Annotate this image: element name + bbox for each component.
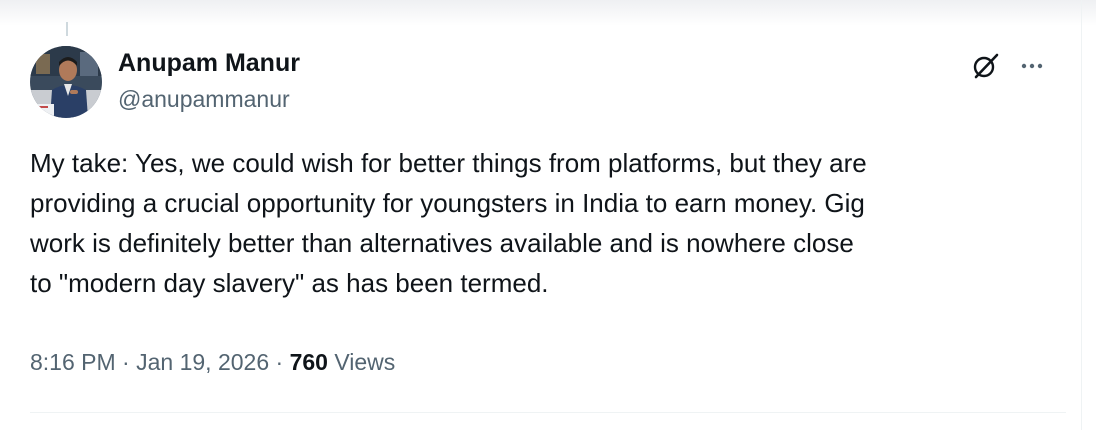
tweet-date[interactable]: Jan 19, 2026 (136, 349, 269, 375)
meta-separator: · (275, 349, 284, 375)
grok-icon[interactable] (966, 46, 1006, 86)
tweet-meta: 8:16 PM · Jan 19, 2026 · 760 Views (30, 346, 395, 378)
views-count[interactable]: 760 (290, 349, 328, 375)
meta-separator: · (122, 349, 130, 375)
thread-connector-line (66, 22, 68, 36)
avatar[interactable] (30, 46, 102, 118)
tweet-screenshot: Anupam Manur @anupammanur My take: Yes, … (0, 0, 1096, 430)
views-label[interactable]: Views (334, 349, 395, 375)
tweet-text-line: to "modern day slavery" as has been term… (30, 268, 549, 298)
tweet-text-line: work is definitely better than alternati… (30, 228, 854, 258)
tweet-text-line: My take: Yes, we could wish for better t… (30, 148, 867, 178)
author-handle[interactable]: @anupammanur (118, 84, 290, 114)
tweet-time[interactable]: 8:16 PM (30, 349, 116, 375)
column-border (1081, 0, 1082, 430)
divider (30, 412, 1066, 413)
tweet-text-line: providing a crucial opportunity for youn… (30, 188, 865, 218)
tweet-text: My take: Yes, we could wish for better t… (30, 143, 1070, 303)
previous-tweet-fade (0, 0, 1096, 26)
more-options-icon[interactable] (1012, 46, 1052, 86)
author-name[interactable]: Anupam Manur (118, 47, 300, 79)
